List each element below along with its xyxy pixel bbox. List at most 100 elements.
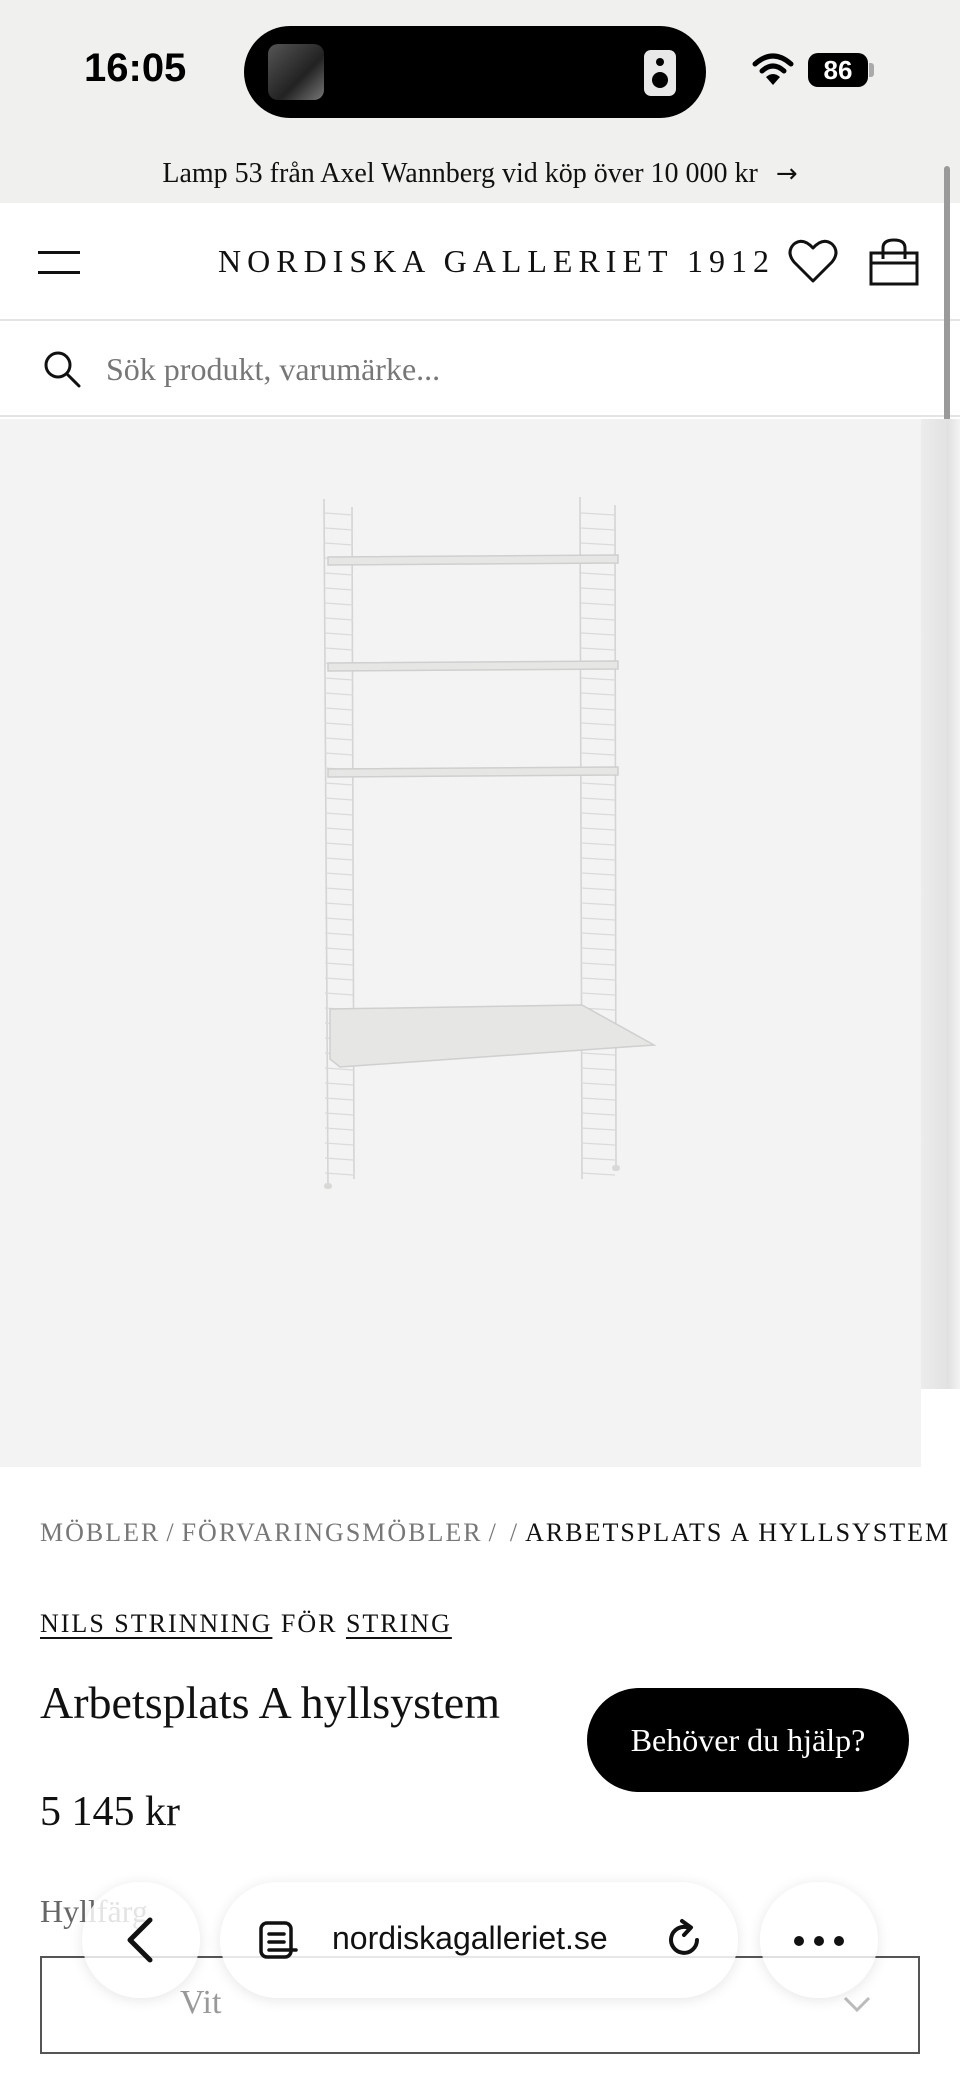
breadcrumb-item-forvaringsmobler[interactable]: FÖRVARINGSMÖBLER	[182, 1518, 483, 1547]
ladder-rung	[580, 752, 616, 756]
browser-more-button[interactable]	[760, 1882, 878, 1998]
breadcrumb-separator: /	[488, 1518, 498, 1547]
address-url: nordiskagalleriet.se	[332, 1920, 608, 1956]
ladder-rung	[580, 1052, 616, 1056]
ladder-rung	[580, 857, 616, 861]
breadcrumb-separator: /	[509, 1518, 520, 1547]
ladder-rung	[580, 692, 616, 696]
ladder-rung	[324, 1157, 354, 1161]
status-time: 16:05	[84, 46, 187, 90]
ladder-rung	[580, 1172, 616, 1176]
ladder-rung	[324, 647, 354, 651]
product-image[interactable]	[300, 489, 680, 1229]
ladder-rung	[324, 722, 354, 726]
site-logo[interactable]: NORDISKA GALLERIET 1912	[218, 239, 775, 283]
ladder-rung	[580, 782, 616, 786]
bag-icon[interactable]	[868, 237, 920, 287]
ladder-rung	[324, 1142, 354, 1146]
ladder-rung	[324, 1112, 354, 1116]
ladder-rung	[580, 842, 616, 846]
ladder-rung	[580, 632, 616, 636]
ladder-rung	[324, 542, 354, 546]
ladder-rung	[324, 572, 354, 576]
wifi-icon	[752, 53, 794, 85]
ladder-rung	[580, 617, 616, 621]
site-header: NORDISKA GALLERIET 1912	[0, 203, 960, 321]
chevron-down-icon	[843, 1996, 871, 2013]
battery-indicator: 86	[808, 53, 868, 87]
search-input[interactable]	[106, 345, 906, 393]
ladder-rung	[324, 902, 354, 906]
now-playing-artwork-icon	[268, 44, 324, 100]
ladder-rung	[324, 932, 354, 936]
search-icon[interactable]	[42, 349, 82, 389]
promo-banner[interactable]: Lamp 53 från Axel Wannberg vid köp över …	[0, 145, 960, 203]
ladder-rung	[580, 797, 616, 801]
breadcrumb-item-mobler[interactable]: MÖBLER	[40, 1518, 160, 1547]
ladder-rung	[580, 962, 616, 966]
ladder-rung	[580, 527, 616, 531]
ladder-rung	[324, 827, 354, 831]
heart-icon[interactable]	[788, 239, 838, 285]
ladder-rung	[580, 887, 616, 891]
search-bar	[0, 321, 960, 417]
ladder-rung	[580, 827, 616, 831]
ladder-rung	[324, 1127, 354, 1131]
promo-text: Lamp 53 från Axel Wannberg vid köp över …	[162, 158, 758, 189]
ladder-rung	[324, 842, 354, 846]
designer-line: NILS STRINNING FÖR STRING	[40, 1609, 452, 1639]
brand-link[interactable]: STRING	[346, 1609, 452, 1638]
battery-tip	[869, 63, 874, 77]
ladder-rung	[580, 932, 616, 936]
ladder-rung	[580, 587, 616, 591]
ladder-rung	[324, 1097, 354, 1101]
next-image-preview[interactable]	[921, 419, 960, 1467]
ladder-rung	[580, 917, 616, 921]
ladder-rung	[580, 1112, 616, 1116]
menu-icon[interactable]	[38, 249, 80, 275]
ladder-rung	[580, 677, 616, 681]
speaker-icon	[644, 50, 676, 96]
ladder-rung	[324, 632, 354, 636]
arrow-right-icon: →	[775, 159, 798, 189]
designer-link[interactable]: NILS STRINNING	[40, 1609, 272, 1638]
help-chat-button[interactable]: Behöver du hjälp?	[587, 1688, 909, 1792]
ladder-rung	[324, 887, 354, 891]
ladder-rung	[580, 1082, 616, 1086]
page-scrollbar[interactable]	[944, 166, 950, 422]
ladder-rung	[324, 617, 354, 621]
ladder-rung	[580, 977, 616, 981]
ladder-rung	[580, 902, 616, 906]
browser-back-button[interactable]	[82, 1882, 200, 1998]
dynamic-island[interactable]	[244, 26, 706, 118]
product-price: 5 145 kr	[40, 1789, 180, 1835]
ladder-rung	[324, 917, 354, 921]
ladder-rung	[324, 962, 354, 966]
address-bar[interactable]: nordiskagalleriet.se	[220, 1882, 738, 1998]
ladder-rung	[324, 872, 354, 876]
product-gallery[interactable]	[0, 419, 960, 1467]
ladder-rung	[580, 722, 616, 726]
ladder-rung	[324, 512, 354, 516]
ladder-rung	[580, 1067, 616, 1071]
product-title: Arbetsplats A hyllsystem	[40, 1677, 500, 1728]
ladder-rung	[324, 1067, 354, 1071]
ladder-rung	[324, 692, 354, 696]
ladder-rung	[580, 707, 616, 711]
breadcrumb-separator: /	[166, 1518, 176, 1547]
ladder-rung	[580, 737, 616, 741]
ladder-rung	[324, 737, 354, 741]
ladder-rung	[580, 947, 616, 951]
ladder-rung	[324, 812, 354, 816]
ladder-rung	[324, 677, 354, 681]
status-bar: 16:05 86	[0, 0, 960, 145]
ladder-rung	[580, 1157, 616, 1161]
ladder-rung	[324, 947, 354, 951]
reload-icon[interactable]	[664, 1918, 706, 1962]
color-select-value: Vit	[180, 1984, 222, 2021]
reader-mode-icon[interactable]	[258, 1920, 298, 1960]
ladder-rung	[324, 1172, 354, 1176]
ladder-rung	[580, 812, 616, 816]
ladder-rung	[580, 647, 616, 651]
ladder-rung	[324, 587, 354, 591]
